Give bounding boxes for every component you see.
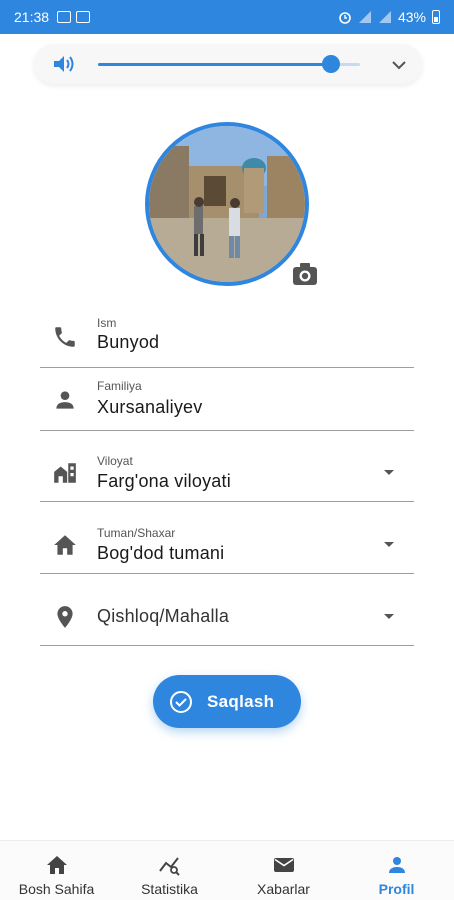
status-time: 21:38 — [14, 9, 50, 25]
profile-icon — [389, 857, 405, 873]
avatar-photo — [149, 126, 305, 282]
volume-track-fill — [98, 63, 331, 66]
field-ism-value[interactable]: Bunyod — [97, 332, 159, 353]
nav-label: Xabarlar — [257, 881, 310, 897]
home-icon — [47, 856, 67, 874]
signal-icon — [358, 11, 371, 23]
alarm-icon — [339, 12, 351, 24]
field-qishloq-value[interactable]: Qishloq/Mahalla — [97, 606, 229, 627]
field-viloyat-value[interactable]: Farg'ona viloyati — [97, 471, 231, 492]
save-button[interactable]: Saqlash — [153, 675, 301, 728]
nav-item-bosh-sahifa[interactable]: Bosh Sahifa — [0, 841, 113, 900]
status-right: 43% — [338, 9, 440, 25]
phone-icon — [55, 327, 75, 347]
gallery-icon — [57, 11, 72, 23]
nav-item-profil[interactable]: Profil — [340, 841, 453, 900]
home-icon — [54, 535, 76, 555]
signal-icon-2 — [378, 11, 391, 23]
mail-icon — [274, 858, 294, 872]
nav-item-statistika[interactable]: Statistika — [113, 841, 226, 900]
field-tuman[interactable]: Tuman/Shaxar Bog'dod tumani — [40, 516, 414, 574]
nav-label: Profil — [378, 881, 415, 897]
dropdown-arrow-icon[interactable] — [384, 542, 394, 547]
battery-icon — [432, 10, 440, 24]
battery-percent: 43% — [397, 9, 426, 25]
field-viloyat-label: Viloyat — [97, 454, 133, 468]
nav-label: Statistika — [141, 881, 198, 897]
speaker-icon[interactable] — [52, 54, 76, 74]
field-ism[interactable]: Ism Bunyod — [40, 312, 414, 368]
avatar[interactable] — [145, 122, 309, 286]
field-familiya-value[interactable]: Xursanaliyev — [97, 397, 202, 418]
dropdown-arrow-icon[interactable] — [384, 614, 394, 619]
field-viloyat[interactable]: Viloyat Farg'ona viloyati — [40, 444, 414, 502]
camera-icon[interactable] — [292, 262, 318, 286]
city-icon — [54, 463, 76, 483]
save-button-label: Saqlash — [207, 691, 275, 711]
field-familiya[interactable]: Familiya Xursanaliyev — [40, 375, 414, 431]
field-qishloq[interactable]: Qishloq/Mahalla — [40, 590, 414, 646]
nav-item-xabarlar[interactable]: Xabarlar — [227, 841, 340, 900]
dropdown-arrow-icon[interactable] — [384, 470, 394, 475]
field-tuman-label: Tuman/Shaxar — [97, 526, 176, 540]
person-icon — [56, 391, 74, 409]
status-bar: 21:38 43% — [0, 0, 454, 34]
nav-label: Bosh Sahifa — [18, 881, 95, 897]
field-familiya-label: Familiya — [97, 379, 142, 393]
location-pin-icon — [57, 606, 73, 628]
field-ism-label: Ism — [97, 316, 117, 330]
bottom-nav: Bosh Sahifa Statistika Xabarlar Profil — [0, 840, 454, 900]
check-circle-icon — [170, 690, 192, 713]
field-tuman-value[interactable]: Bog'dod tumani — [97, 543, 224, 564]
chart-icon — [159, 857, 180, 876]
notification-icon — [76, 11, 91, 23]
volume-slider-thumb[interactable] — [322, 55, 340, 73]
volume-panel — [34, 44, 422, 84]
chevron-down-icon[interactable] — [390, 56, 408, 74]
